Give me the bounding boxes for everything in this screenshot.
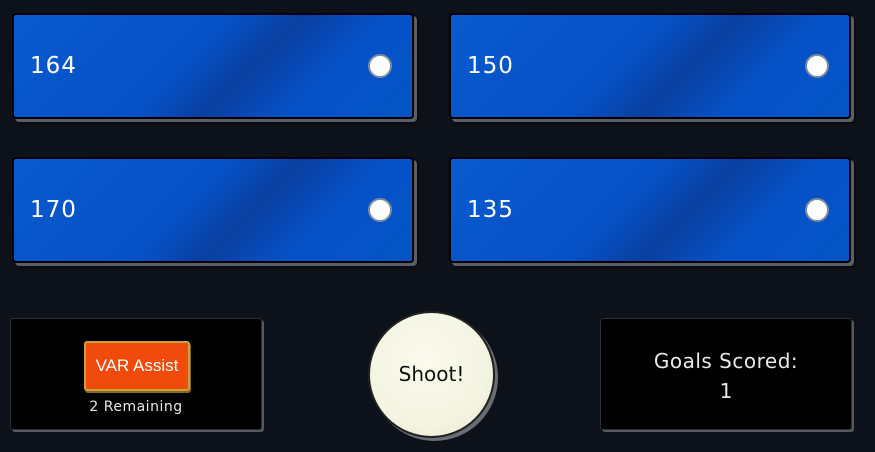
answer-option-label: 170 [30, 197, 77, 223]
answer-option-label: 150 [467, 53, 514, 79]
game-screen: 164 150 170 135 VAR Assist 2 Remaining S… [0, 0, 875, 452]
shoot-button[interactable]: Shoot! [368, 311, 495, 438]
answer-option-label: 164 [30, 53, 77, 79]
radio-circle-icon[interactable] [805, 54, 829, 78]
answer-option-3[interactable]: 170 [12, 157, 414, 263]
radio-circle-icon[interactable] [368, 198, 392, 222]
answer-option-2[interactable]: 150 [449, 13, 851, 119]
radio-circle-icon[interactable] [368, 54, 392, 78]
score-panel: Goals Scored: 1 [600, 318, 852, 430]
score-value: 1 [719, 379, 733, 403]
var-assist-panel: VAR Assist 2 Remaining [10, 318, 262, 430]
answer-option-4[interactable]: 135 [449, 157, 851, 263]
var-assist-button[interactable]: VAR Assist [84, 341, 190, 391]
answer-option-1[interactable]: 164 [12, 13, 414, 119]
score-title: Goals Scored: [653, 349, 799, 373]
answer-option-label: 135 [467, 197, 514, 223]
var-remaining-count: 2 Remaining [89, 399, 183, 415]
radio-circle-icon[interactable] [805, 198, 829, 222]
